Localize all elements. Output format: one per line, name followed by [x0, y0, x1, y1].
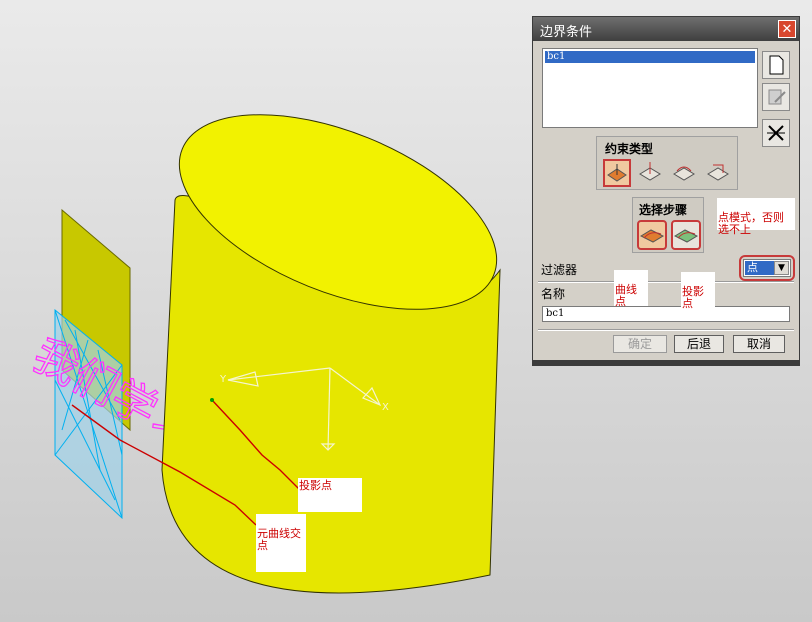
axis-x-label: X: [382, 402, 389, 413]
projection-point-icon: [673, 229, 699, 243]
delete-icon: [767, 125, 785, 141]
ok-button[interactable]: 确定: [613, 335, 667, 353]
delete-button[interactable]: [762, 119, 790, 147]
edit-icon: [768, 89, 786, 105]
close-button[interactable]: ✕: [778, 20, 796, 38]
curve-intersection-label: 元曲线交 点: [256, 514, 306, 572]
constraint-type-option-4[interactable]: [705, 159, 733, 187]
constraint-face-icon: [673, 166, 695, 181]
constraint-point-icon: [607, 164, 627, 182]
filter-dropdown[interactable]: 点 ▼: [743, 259, 791, 277]
point-mode-note: 点模式，否则 选不上: [717, 198, 795, 236]
separator: [538, 329, 794, 331]
step-curve-point-button[interactable]: [637, 220, 667, 250]
new-document-icon: [769, 55, 784, 75]
constraint-edge-icon: [707, 164, 729, 181]
constraint-type-label: 约束类型: [605, 142, 654, 156]
step-projection-point-button[interactable]: [671, 220, 701, 250]
axis-y-label: Y: [219, 374, 227, 385]
name-field[interactable]: bc1: [542, 306, 790, 322]
constraint-type-option-3[interactable]: [671, 159, 699, 187]
name-label: 名称: [541, 287, 566, 301]
back-button[interactable]: 后退: [674, 335, 724, 353]
curve-point-icon: [639, 229, 665, 243]
dialog-title-bar[interactable]: 边界条件 ✕: [533, 17, 799, 41]
curve-point-note: 曲线 点: [614, 270, 648, 308]
dialog-bottom-border: [533, 360, 799, 365]
cancel-button[interactable]: 取消: [733, 335, 785, 353]
boundary-conditions-dialog: 边界条件 ✕ bc1 约束类型 选择步骤 过滤器 点 ▼ 名称 bc1 确定 后…: [532, 16, 800, 366]
dialog-title: 边界条件: [540, 25, 593, 40]
filter-selected-value: 点: [745, 261, 775, 275]
constraint-type-option-1[interactable]: [603, 159, 631, 187]
filter-label: 过滤器: [541, 263, 578, 277]
selection-steps-label: 选择步骤: [639, 203, 688, 217]
close-icon: ✕: [781, 22, 793, 37]
selection-steps-group: 选择步骤: [632, 197, 704, 253]
new-button[interactable]: [762, 51, 790, 79]
projection-point-step-note: 投影 点: [681, 272, 715, 310]
list-item[interactable]: bc1: [545, 51, 755, 63]
constraint-curve-icon: [639, 162, 661, 181]
boundary-condition-list[interactable]: bc1: [542, 48, 758, 128]
constraint-type-option-2[interactable]: [637, 159, 665, 187]
edit-button[interactable]: [762, 83, 790, 111]
dropdown-arrow-icon[interactable]: ▼: [774, 261, 789, 275]
projection-point-label: 投影点: [298, 478, 362, 512]
separator: [538, 281, 794, 283]
constraint-type-group: 约束类型: [596, 136, 738, 190]
sketch-origin-point: [210, 398, 214, 402]
